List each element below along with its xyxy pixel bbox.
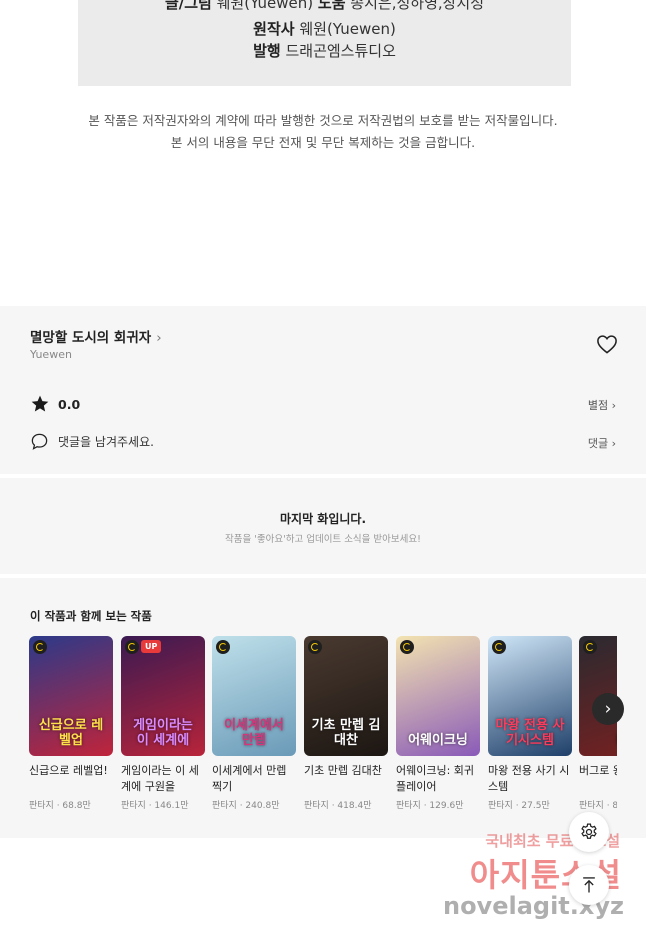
card-meta: 판타지 · 27.5만 <box>488 801 550 811</box>
card-meta: 판타지 · 418.4만 <box>304 801 372 811</box>
last-episode-panel: 마지막 화입니다. 작품을 '좋아요'하고 업데이트 소식을 받아보세요! <box>0 478 646 574</box>
heart-icon[interactable] <box>596 334 618 354</box>
cover-title: 마왕 전용 사기시스템 <box>495 718 565 748</box>
card-meta: 판타지 · 146.1만 <box>121 801 189 811</box>
card-meta: 판타지 · 68.8만 <box>29 801 91 811</box>
work-author: Yuewen <box>30 348 72 361</box>
clock-icon <box>492 640 506 654</box>
cover-image: 이세계에서 만렙 <box>212 636 296 756</box>
credits-box: 글/그림 웨원(Yuewen) 도움 송시은,정하영,장지성 원작사 웨원(Yu… <box>78 0 571 86</box>
rating-row: 0.0 <box>30 394 80 414</box>
recommendation-card[interactable]: 마왕 전용 사기시스템 마왕 전용 사기 시스템 판타지 · 27.5만 <box>488 636 572 811</box>
cover-image: UP 게임이라는 이 세계에 <box>121 636 205 756</box>
settings-button[interactable] <box>569 812 609 852</box>
cover-title: 기초 만렙 김대찬 <box>311 718 381 748</box>
credit-line-art: 글/그림 웨원(Yuewen) 도움 송시은,정하영,장지성 <box>164 0 485 12</box>
comment-input[interactable]: 댓글을 남겨주세요. <box>30 432 154 451</box>
cover-title: 게임이라는 이 세계에 <box>133 718 193 748</box>
watermark: 국내최초 무료 웹소설 아지툰소설 novelagit.xyz <box>443 828 646 943</box>
copyright-line: 본 작품은 저작권자와의 계약에 따라 발행한 것으로 저작권법의 보호를 받는… <box>88 113 558 128</box>
recommendation-card[interactable]: UP 게임이라는 이 세계에 게임이라는 이 세계에 구원을 판타지 · 146.… <box>121 636 205 811</box>
star-icon <box>31 395 49 412</box>
work-info-panel: 멸망할 도시의 회귀자 › Yuewen 0.0 별점 › 댓글을 남겨주세요. … <box>0 306 646 474</box>
cover-image: 어웨이크닝 <box>396 636 480 756</box>
card-meta: 판타지 · 240.8만 <box>212 801 280 811</box>
card-meta: 판타지 · 129.6만 <box>396 801 464 811</box>
clock-icon <box>216 640 230 654</box>
clock-icon <box>583 640 597 654</box>
recommendation-card[interactable]: 신급으로 레벨업 신급으로 레벨업! 판타지 · 68.8만 <box>29 636 113 811</box>
recommendation-carousel[interactable]: 신급으로 레벨업 신급으로 레벨업! 판타지 · 68.8만 UP 게임이라는 이… <box>29 636 617 836</box>
card-title: 마왕 전용 사기 시스템 <box>488 764 570 793</box>
recommendation-card[interactable]: 기초 만렙 김대찬 기초 만렙 김대찬 판타지 · 418.4만 <box>304 636 388 811</box>
credit-line-publisher: 발행 드래곤엠스튜디오 <box>253 42 396 60</box>
rating-value: 0.0 <box>58 396 81 412</box>
rate-link[interactable]: 별점 › <box>588 397 616 413</box>
card-title: 버그로 왕 <box>579 764 617 777</box>
copyright-notice: 본 작품은 저작권자와의 계약에 따라 발행한 것으로 저작권법의 보호를 받는… <box>0 110 646 154</box>
cover-image: 마왕 전용 사기시스템 <box>488 636 572 756</box>
last-episode-subtitle: 작품을 '좋아요'하고 업데이트 소식을 받아보세요! <box>225 534 421 545</box>
card-title: 신급으로 레벨업! <box>29 764 108 777</box>
up-badge: UP <box>141 640 162 653</box>
copyright-line: 본 서의 내용을 무단 전재 및 무단 복제하는 것을 금합니다. <box>170 135 476 150</box>
card-title: 어웨이크닝: 회귀 플레이어 <box>396 764 475 793</box>
cover-title: 어웨이크닝 <box>408 733 468 748</box>
scroll-top-button[interactable] <box>569 865 609 905</box>
credit-line-original: 원작사 웨원(Yuewen) <box>253 20 396 38</box>
last-episode-title: 마지막 화입니다. <box>279 512 367 526</box>
recommendations-section: 이 작품과 함께 보는 작품 신급으로 레벨업 신급으로 레벨업! 판타지 · … <box>0 578 646 838</box>
cover-title: B <box>583 733 617 748</box>
clock-icon <box>400 640 414 654</box>
comments-link[interactable]: 댓글 › <box>588 435 616 451</box>
card-title: 게임이라는 이 세계에 구원을 <box>121 764 199 793</box>
cover-title: 신급으로 레벨업 <box>38 718 104 748</box>
cover-image: 기초 만렙 김대찬 <box>304 636 388 756</box>
speech-bubble-icon <box>31 433 48 450</box>
card-title: 이세계에서 만렙 찍기 <box>212 764 287 793</box>
chevron-right-icon: › <box>156 330 162 346</box>
recommendation-card[interactable]: 이세계에서 만렙 이세계에서 만렙 찍기 판타지 · 240.8만 <box>212 636 296 811</box>
clock-icon <box>308 640 322 654</box>
clock-icon <box>33 640 47 654</box>
cover-image: 신급으로 레벨업 <box>29 636 113 756</box>
card-title: 기초 만렙 김대찬 <box>304 764 382 777</box>
card-meta: 판타지 · 8 <box>579 801 617 811</box>
chevron-right-icon[interactable]: › <box>592 693 624 725</box>
cover-title: 이세계에서 만렙 <box>224 718 284 748</box>
work-title-link[interactable]: 멸망할 도시의 회귀자 › <box>30 326 162 346</box>
recommendation-card[interactable]: 어웨이크닝 어웨이크닝: 회귀 플레이어 판타지 · 129.6만 <box>396 636 480 811</box>
comment-placeholder: 댓글을 남겨주세요. <box>58 435 154 449</box>
recommendations-heading: 이 작품과 함께 보는 작품 <box>30 609 152 623</box>
gear-icon <box>581 823 597 839</box>
clock-icon <box>125 640 139 654</box>
arrow-up-icon <box>583 877 595 893</box>
work-title: 멸망할 도시의 회귀자 <box>30 330 152 346</box>
